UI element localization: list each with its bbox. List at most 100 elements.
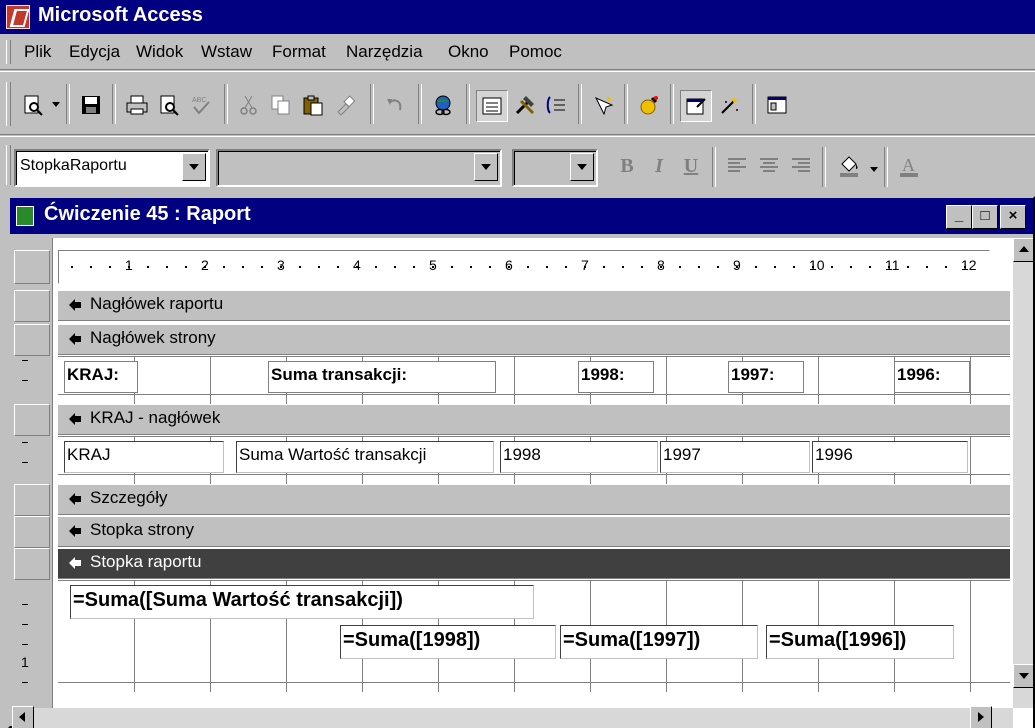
ruler-tick [299, 266, 301, 268]
italic-button[interactable]: I [644, 151, 674, 181]
menu-pomoc[interactable]: Pomoc [509, 42, 562, 62]
align-left-button[interactable] [722, 151, 752, 181]
section-selector-report-header[interactable] [14, 290, 50, 322]
save-button[interactable] [76, 90, 106, 120]
arrow-right-icon [978, 712, 984, 722]
paste-button[interactable] [298, 90, 328, 120]
band-detail[interactable]: Szczegóły [58, 484, 1010, 515]
undo-button[interactable] [380, 90, 410, 120]
database-window-icon [767, 96, 787, 114]
band-page-header[interactable]: Nagłówek strony [58, 324, 1010, 355]
section-group-header[interactable]: KRAJ Suma Wartość transakcji 1998 1997 1… [58, 436, 1010, 484]
field-1997[interactable]: 1997 [660, 441, 810, 473]
label-suma-transakcji[interactable]: Suma transakcji: [268, 361, 496, 393]
field-sum-1998[interactable]: =Suma([1998]) [340, 625, 556, 659]
band-report-header[interactable]: Nagłówek raportu [58, 290, 1010, 321]
menu-grip[interactable] [6, 40, 11, 64]
builder-button[interactable] [714, 90, 744, 120]
copy-button[interactable] [266, 90, 296, 120]
ruler-label: 4 [353, 257, 361, 273]
section-selector-group-header[interactable] [14, 404, 50, 436]
font-select[interactable] [216, 149, 502, 187]
field-1998[interactable]: 1998 [500, 441, 658, 473]
section-page-header[interactable]: KRAJ: Suma transakcji: 1998: 1997: 1996: [58, 356, 1010, 404]
chevron-down-icon[interactable] [182, 153, 206, 181]
spelling-button[interactable]: ABC [186, 90, 216, 120]
label-1998[interactable]: 1998: [578, 361, 654, 393]
ruler-tick [584, 266, 586, 268]
properties-button[interactable] [680, 90, 712, 122]
underline-button[interactable]: U [676, 151, 706, 181]
report-window-title-bar[interactable]: Ćwiczenie 45 : Raport _ □ × [10, 198, 1033, 234]
scroll-left-button[interactable] [12, 706, 34, 728]
fill-color-dropdown-arrow-icon[interactable] [870, 167, 878, 172]
field-list-button[interactable] [476, 90, 508, 122]
horizontal-scrollbar[interactable] [12, 706, 1013, 728]
view-dropdown-arrow-icon[interactable] [52, 102, 60, 107]
section-selector-page-footer[interactable] [14, 516, 50, 548]
field-sum-1997[interactable]: =Suma([1997]) [560, 625, 758, 659]
sorting-grouping-button[interactable] [542, 90, 572, 120]
scroll-up-button[interactable] [1013, 238, 1033, 262]
minimize-button[interactable]: _ [946, 205, 972, 229]
menu-plik[interactable]: Plik [24, 42, 51, 62]
band-page-footer[interactable]: Stopka strony [58, 516, 1010, 547]
align-right-button[interactable] [786, 151, 816, 181]
label-1997-text: 1997: [731, 365, 775, 384]
bold-button[interactable]: B [612, 151, 642, 181]
maximize-button[interactable]: □ [972, 205, 998, 229]
section-selector-detail[interactable] [14, 484, 50, 516]
access-key-icon[interactable] [6, 5, 30, 29]
toolbar-grip[interactable] [6, 145, 11, 185]
font-size-select[interactable] [512, 149, 598, 187]
print-button[interactable] [122, 90, 152, 120]
toolbar-grip[interactable] [6, 82, 11, 126]
ruler-tick [622, 266, 624, 268]
close-button[interactable]: × [1000, 205, 1026, 229]
fill-color-button[interactable] [834, 151, 864, 181]
cut-button[interactable] [234, 90, 264, 120]
print-preview-button[interactable] [154, 90, 184, 120]
band-group-header[interactable]: KRAJ - nagłówek [58, 404, 1010, 435]
menu-format[interactable]: Format [272, 42, 326, 62]
grid-line [970, 581, 971, 692]
chevron-down-icon[interactable] [474, 153, 498, 181]
toolbox-button[interactable] [510, 90, 540, 120]
globe-link-icon [435, 95, 451, 116]
chevron-down-icon[interactable] [570, 153, 594, 181]
field-sum-1996[interactable]: =Suma([1996]) [766, 625, 954, 659]
hyperlink-button[interactable] [428, 90, 458, 120]
menu-widok[interactable]: Widok [136, 42, 183, 62]
field-sum-total[interactable]: =Suma([Suma Wartość transakcji]) [70, 585, 534, 619]
report-selector[interactable] [14, 250, 50, 284]
view-button[interactable] [18, 90, 48, 120]
field-kraj[interactable]: KRAJ [64, 441, 224, 473]
menu-edycja[interactable]: Edycja [69, 42, 120, 62]
code-builder-button[interactable] [634, 90, 664, 120]
label-1997[interactable]: 1997: [728, 361, 804, 393]
object-select[interactable]: StopkaRaportu [14, 149, 210, 187]
vertical-scrollbar[interactable] [1013, 238, 1033, 708]
font-color-button[interactable]: A [894, 151, 924, 181]
section-report-footer[interactable]: =Suma([Suma Wartość transakcji]) =Suma([… [58, 580, 1010, 692]
arrow-up-icon [1019, 246, 1029, 252]
toolbar-separator [66, 84, 70, 124]
menu-okno[interactable]: Okno [448, 42, 489, 62]
autoformat-button[interactable] [588, 90, 618, 120]
report-design-surface[interactable]: 1 1 2 3 4 5 6 7 8 9 10 11 12 Nagłówek raportu Nagłó… [12, 238, 1033, 728]
database-window-button[interactable] [762, 90, 792, 120]
label-kraj[interactable]: KRAJ: [64, 361, 138, 393]
format-painter-button[interactable] [330, 90, 360, 120]
field-1996[interactable]: 1996 [812, 441, 968, 473]
menu-wstaw[interactable]: Wstaw [201, 42, 252, 62]
menu-narzedzia[interactable]: Narzędzia [346, 42, 423, 62]
align-center-button[interactable] [754, 151, 784, 181]
section-selector-report-footer[interactable] [14, 548, 50, 580]
section-selector-page-header[interactable] [14, 324, 50, 356]
label-1996[interactable]: 1996: [894, 361, 970, 393]
paint-bucket-icon [840, 156, 858, 177]
scroll-right-button[interactable] [970, 706, 992, 728]
band-report-footer[interactable]: Stopka raportu [58, 548, 1010, 579]
field-suma-wartosc[interactable]: Suma Wartość transakcji [236, 441, 494, 473]
scroll-down-button[interactable] [1013, 664, 1033, 688]
